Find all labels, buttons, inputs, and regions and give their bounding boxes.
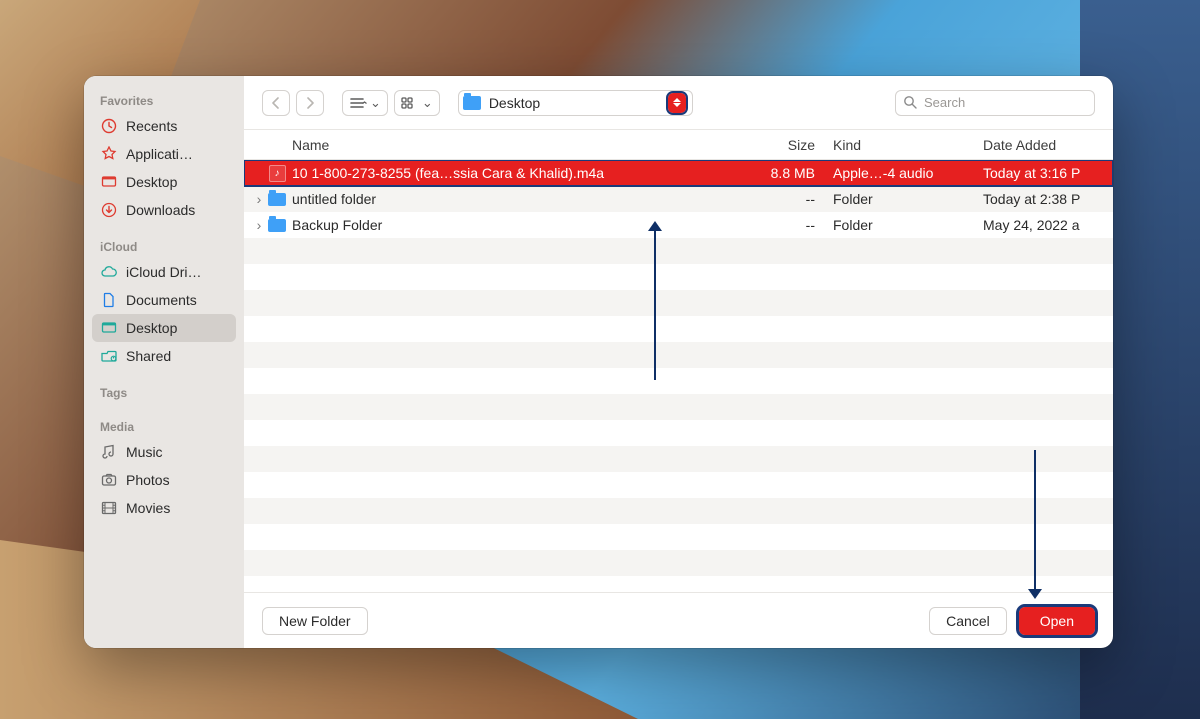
main-pane: ⌄ ⌄ Desktop Name Size Kind Date Added	[244, 76, 1113, 648]
sidebar-item-music[interactable]: Music	[92, 438, 236, 466]
annotation-arrow	[654, 230, 656, 380]
sidebar-item-label: Desktop	[126, 174, 177, 190]
sidebar-item-movies[interactable]: Movies	[92, 494, 236, 522]
audio-file-icon: ♪	[266, 165, 288, 182]
folder-icon	[463, 96, 481, 110]
view-buttons: ⌄ ⌄	[342, 90, 440, 116]
new-folder-button[interactable]: New Folder	[262, 607, 368, 635]
sidebar-item-shared[interactable]: Shared	[92, 342, 236, 370]
column-headers: Name Size Kind Date Added	[244, 130, 1113, 160]
col-kind[interactable]: Kind	[833, 137, 983, 153]
film-icon	[100, 499, 118, 517]
desktop-icon	[100, 173, 118, 191]
sidebar-item-label: Desktop	[126, 320, 177, 336]
sidebar-item-label: Documents	[126, 292, 197, 308]
file-kind: Apple…-4 audio	[833, 165, 983, 181]
desktop-teal-icon	[100, 319, 118, 337]
folder-icon	[266, 193, 288, 206]
search-input[interactable]	[895, 90, 1095, 116]
cloud-icon	[100, 263, 118, 281]
sidebar-item-documents[interactable]: Documents	[92, 286, 236, 314]
file-kind: Folder	[833, 191, 983, 207]
file-date: Today at 3:16 P	[983, 165, 1113, 181]
list-view-button[interactable]: ⌄	[342, 90, 388, 116]
file-name: 10 1-800-273-8255 (fea…ssia Cara & Khali…	[288, 165, 718, 181]
file-size: 8.8 MB	[718, 165, 833, 181]
file-size: --	[718, 217, 833, 233]
chevron-down-icon: ⌄	[422, 95, 433, 111]
file-kind: Folder	[833, 217, 983, 233]
disclosure-chevron-icon[interactable]: ›	[252, 217, 266, 233]
location-selector[interactable]: Desktop	[458, 90, 693, 116]
search-field[interactable]	[895, 90, 1095, 116]
sidebar-item-recents[interactable]: Recents	[92, 112, 236, 140]
file-size: --	[718, 191, 833, 207]
chevron-down-icon: ⌄	[370, 95, 381, 111]
file-date: Today at 2:38 P	[983, 191, 1113, 207]
file-date: May 24, 2022 a	[983, 217, 1113, 233]
file-list: ♪ 10 1-800-273-8255 (fea…ssia Cara & Kha…	[244, 160, 1113, 592]
file-row[interactable]: ♪ 10 1-800-273-8255 (fea…ssia Cara & Kha…	[244, 160, 1113, 186]
download-icon	[100, 201, 118, 219]
open-file-dialog: Favorites Recents Applicati… Desktop Dow…	[84, 76, 1113, 648]
open-button[interactable]: Open	[1019, 607, 1095, 635]
toolbar: ⌄ ⌄ Desktop	[244, 76, 1113, 130]
col-size[interactable]: Size	[718, 137, 833, 153]
sidebar-item-downloads[interactable]: Downloads	[92, 196, 236, 224]
sidebar-item-applications[interactable]: Applicati…	[92, 140, 236, 168]
sidebar-item-desktop[interactable]: Desktop	[92, 168, 236, 196]
col-date[interactable]: Date Added	[983, 137, 1113, 153]
sidebar-item-label: Photos	[126, 472, 170, 488]
music-note-icon	[100, 443, 118, 461]
annotation-arrow	[1034, 450, 1036, 590]
camera-icon	[100, 471, 118, 489]
col-name[interactable]: Name	[292, 137, 718, 153]
sidebar-item-photos[interactable]: Photos	[92, 466, 236, 494]
clock-icon	[100, 117, 118, 135]
sidebar-item-label: iCloud Dri…	[126, 264, 201, 280]
sidebar-item-label: Music	[126, 444, 163, 460]
dialog-footer: New Folder Cancel Open	[244, 592, 1113, 648]
shared-icon	[100, 347, 118, 365]
sidebar-item-label: Shared	[126, 348, 171, 364]
sidebar-section-header-favorites: Favorites	[92, 90, 236, 112]
nav-buttons	[262, 90, 324, 116]
sidebar-item-label: Applicati…	[126, 146, 193, 162]
group-view-button[interactable]: ⌄	[394, 90, 440, 116]
sidebar-item-label: Downloads	[126, 202, 195, 218]
forward-button[interactable]	[296, 90, 324, 116]
sidebar-item-label: Recents	[126, 118, 177, 134]
updown-stepper-icon	[668, 93, 686, 113]
sidebar-item-icloud-drive[interactable]: iCloud Dri…	[92, 258, 236, 286]
folder-icon	[266, 219, 288, 232]
cancel-button[interactable]: Cancel	[929, 607, 1007, 635]
back-button[interactable]	[262, 90, 290, 116]
file-row[interactable]: › untitled folder -- Folder Today at 2:3…	[244, 186, 1113, 212]
sidebar-item-label: Movies	[126, 500, 170, 516]
location-label: Desktop	[489, 95, 660, 111]
sidebar-section-header-media: Media	[92, 416, 236, 438]
file-row[interactable]: › Backup Folder -- Folder May 24, 2022 a	[244, 212, 1113, 238]
disclosure-chevron-icon[interactable]: ›	[252, 191, 266, 207]
sidebar-section-header-icloud: iCloud	[92, 236, 236, 258]
apps-icon	[100, 145, 118, 163]
document-icon	[100, 291, 118, 309]
search-icon	[903, 95, 917, 109]
file-name: untitled folder	[288, 191, 718, 207]
sidebar: Favorites Recents Applicati… Desktop Dow…	[84, 76, 244, 648]
sidebar-item-desktop-icloud[interactable]: Desktop	[92, 314, 236, 342]
sidebar-section-header-tags: Tags	[92, 382, 236, 404]
